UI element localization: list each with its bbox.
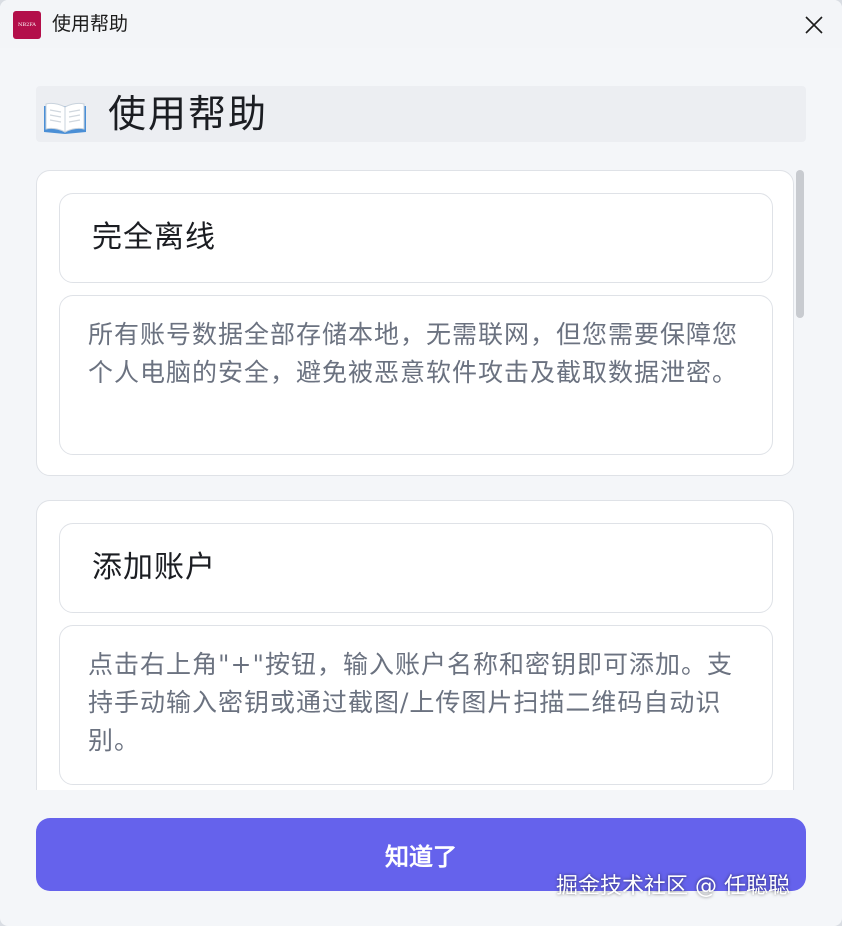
help-content-scroll[interactable]: 完全离线 所有账号数据全部存储本地，无需联网，但您需要保障您个人电脑的安全，避免… — [36, 170, 806, 790]
open-book-icon — [44, 102, 86, 134]
section-body: 所有账号数据全部存储本地，无需联网，但您需要保障您个人电脑的安全，避免被恶意软件… — [88, 320, 739, 387]
title-bar: NB2FA 使用帮助 — [0, 0, 842, 48]
section-title: 添加账户 — [92, 550, 216, 585]
watermark: 掘金技术社区 @ 任聪聪 — [556, 874, 790, 899]
section-body-box: 点击右上角"+"按钮，输入账户名称和密钥即可添加。支持手动输入密钥或通过截图/上… — [59, 625, 773, 785]
section-card-offline: 完全离线 所有账号数据全部存储本地，无需联网，但您需要保障您个人电脑的安全，避免… — [36, 170, 794, 476]
scrollbar-thumb[interactable] — [796, 170, 804, 318]
page-title: 使用帮助 — [108, 92, 269, 136]
section-body: 点击右上角"+"按钮，输入账户名称和密钥即可添加。支持手动输入密钥或通过截图/上… — [88, 650, 733, 755]
close-button[interactable] — [796, 7, 832, 43]
section-title: 完全离线 — [92, 220, 216, 255]
section-card-add-account: 添加账户 点击右上角"+"按钮，输入账户名称和密钥即可添加。支持手动输入密钥或通… — [36, 500, 794, 790]
window-title: 使用帮助 — [52, 13, 129, 35]
section-title-box: 添加账户 — [59, 523, 773, 613]
close-icon — [805, 16, 823, 34]
section-body-box: 所有账号数据全部存储本地，无需联网，但您需要保障您个人电脑的安全，避免被恶意软件… — [59, 295, 773, 455]
app-icon: NB2FA — [13, 11, 41, 39]
help-header: 使用帮助 — [36, 86, 806, 142]
help-dialog: NB2FA 使用帮助 使用帮助 完全离线 所有账号数据全部存储本地，无需联网，但… — [0, 0, 842, 926]
section-title-box: 完全离线 — [59, 193, 773, 283]
